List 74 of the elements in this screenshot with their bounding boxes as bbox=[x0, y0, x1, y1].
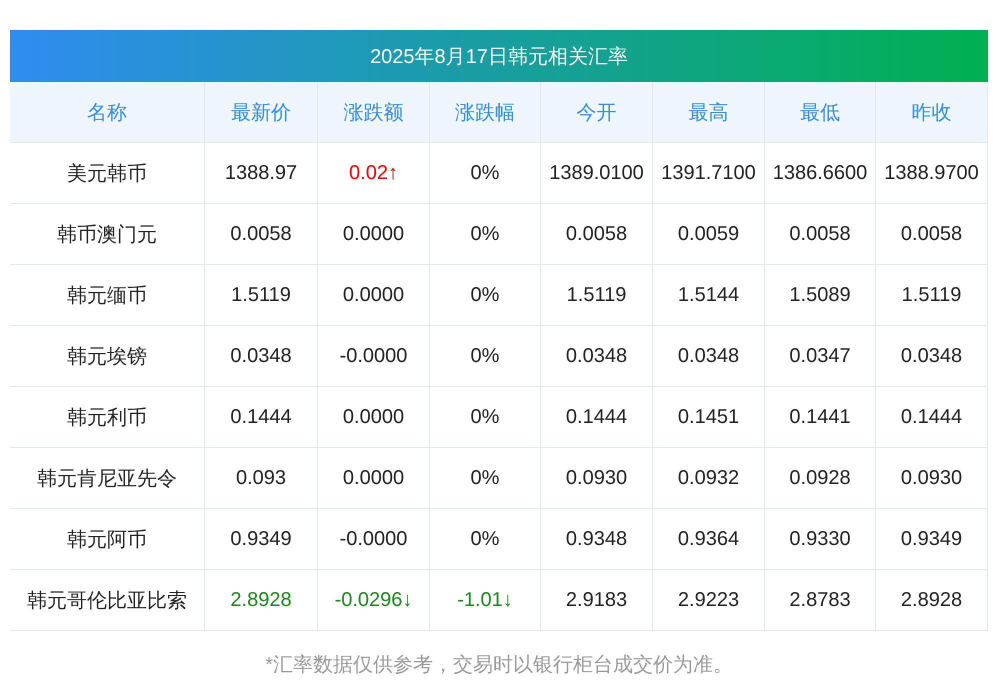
table-cell: 0.0000 bbox=[318, 448, 430, 509]
table-cell: 0.0348 bbox=[205, 326, 318, 387]
table-cell: 0.0932 bbox=[653, 448, 765, 509]
table-cell: 0.0058 bbox=[541, 204, 653, 265]
column-header: 今开 bbox=[541, 82, 653, 143]
table-cell: 1.5119 bbox=[876, 265, 988, 326]
table-cell: 0.0930 bbox=[541, 448, 653, 509]
table-cell: 1.5144 bbox=[653, 265, 765, 326]
table-cell: 0.093 bbox=[205, 448, 318, 509]
table-cell: 0% bbox=[430, 326, 541, 387]
table-cell: -0.0000 bbox=[318, 326, 430, 387]
table-cell: 1388.9700 bbox=[876, 143, 988, 204]
table-cell: 0.1444 bbox=[205, 387, 318, 448]
table-cell: -0.0296↓ bbox=[318, 570, 430, 631]
column-header: 最新价 bbox=[205, 82, 318, 143]
table-cell: 2.9223 bbox=[653, 570, 765, 631]
table-cell: 韩元阿币 bbox=[10, 509, 205, 570]
table-cell: 1391.7100 bbox=[653, 143, 765, 204]
table-cell: 韩元哥伦比亚比索 bbox=[10, 570, 205, 631]
table-cell: 1.5119 bbox=[541, 265, 653, 326]
column-header: 最高 bbox=[653, 82, 765, 143]
table-cell: 0.9330 bbox=[765, 509, 876, 570]
table-cell: 0% bbox=[430, 387, 541, 448]
table-cell: 0.0058 bbox=[876, 204, 988, 265]
table-cell: 0.1451 bbox=[653, 387, 765, 448]
table-cell: 0% bbox=[430, 143, 541, 204]
column-header: 名称 bbox=[10, 82, 205, 143]
table-cell: 1389.0100 bbox=[541, 143, 653, 204]
table-cell: 1.5089 bbox=[765, 265, 876, 326]
table-cell: 0.0058 bbox=[205, 204, 318, 265]
table-cell: 0% bbox=[430, 204, 541, 265]
table-cell: 0.9349 bbox=[205, 509, 318, 570]
table-cell: 0.0000 bbox=[318, 265, 430, 326]
table-cell: 0.0000 bbox=[318, 387, 430, 448]
table-cell: 韩元缅币 bbox=[10, 265, 205, 326]
table-cell: 0.9349 bbox=[876, 509, 988, 570]
table-cell: 0.0347 bbox=[765, 326, 876, 387]
table-cell: -1.01↓ bbox=[430, 570, 541, 631]
table-cell: 0.0348 bbox=[876, 326, 988, 387]
column-header: 昨收 bbox=[876, 82, 988, 143]
table-cell: 2.8928 bbox=[205, 570, 318, 631]
table-cell: 0% bbox=[430, 265, 541, 326]
table-cell: -0.0000 bbox=[318, 509, 430, 570]
table-cell: 0.0928 bbox=[765, 448, 876, 509]
table-cell: 1386.6600 bbox=[765, 143, 876, 204]
table-cell: 0.1441 bbox=[765, 387, 876, 448]
footnote: *汇率数据仅供参考，交易时以银行柜台成交价为准。 bbox=[264, 653, 734, 678]
column-header: 最低 bbox=[765, 82, 876, 143]
table-cell: 0.0059 bbox=[653, 204, 765, 265]
table-cell: 美元韩币 bbox=[10, 143, 205, 204]
column-header: 涨跌幅 bbox=[430, 82, 541, 143]
table-cell: 0.0348 bbox=[541, 326, 653, 387]
table-cell: 0% bbox=[430, 448, 541, 509]
table-cell: 0.0930 bbox=[876, 448, 988, 509]
table-cell: 0.1444 bbox=[876, 387, 988, 448]
column-header: 涨跌额 bbox=[318, 82, 430, 143]
table-cell: 2.8928 bbox=[876, 570, 988, 631]
table-cell: 0.1444 bbox=[541, 387, 653, 448]
table-cell: 2.8783 bbox=[765, 570, 876, 631]
table-cell: 0.9364 bbox=[653, 509, 765, 570]
table-cell: 韩元埃镑 bbox=[10, 326, 205, 387]
table-cell: 0.0348 bbox=[653, 326, 765, 387]
table-cell: 2.9183 bbox=[541, 570, 653, 631]
table-cell: 0.02↑ bbox=[318, 143, 430, 204]
table-cell: 1388.97 bbox=[205, 143, 318, 204]
table-cell: 韩元肯尼亚先令 bbox=[10, 448, 205, 509]
table-cell: 0.0000 bbox=[318, 204, 430, 265]
table-cell: 韩币澳门元 bbox=[10, 204, 205, 265]
table-cell: 0% bbox=[430, 509, 541, 570]
table-cell: 0.0058 bbox=[765, 204, 876, 265]
table-cell: 韩元利币 bbox=[10, 387, 205, 448]
table-title: 2025年8月17日韩元相关汇率 bbox=[10, 30, 988, 82]
table-cell: 1.5119 bbox=[205, 265, 318, 326]
table-cell: 0.9348 bbox=[541, 509, 653, 570]
